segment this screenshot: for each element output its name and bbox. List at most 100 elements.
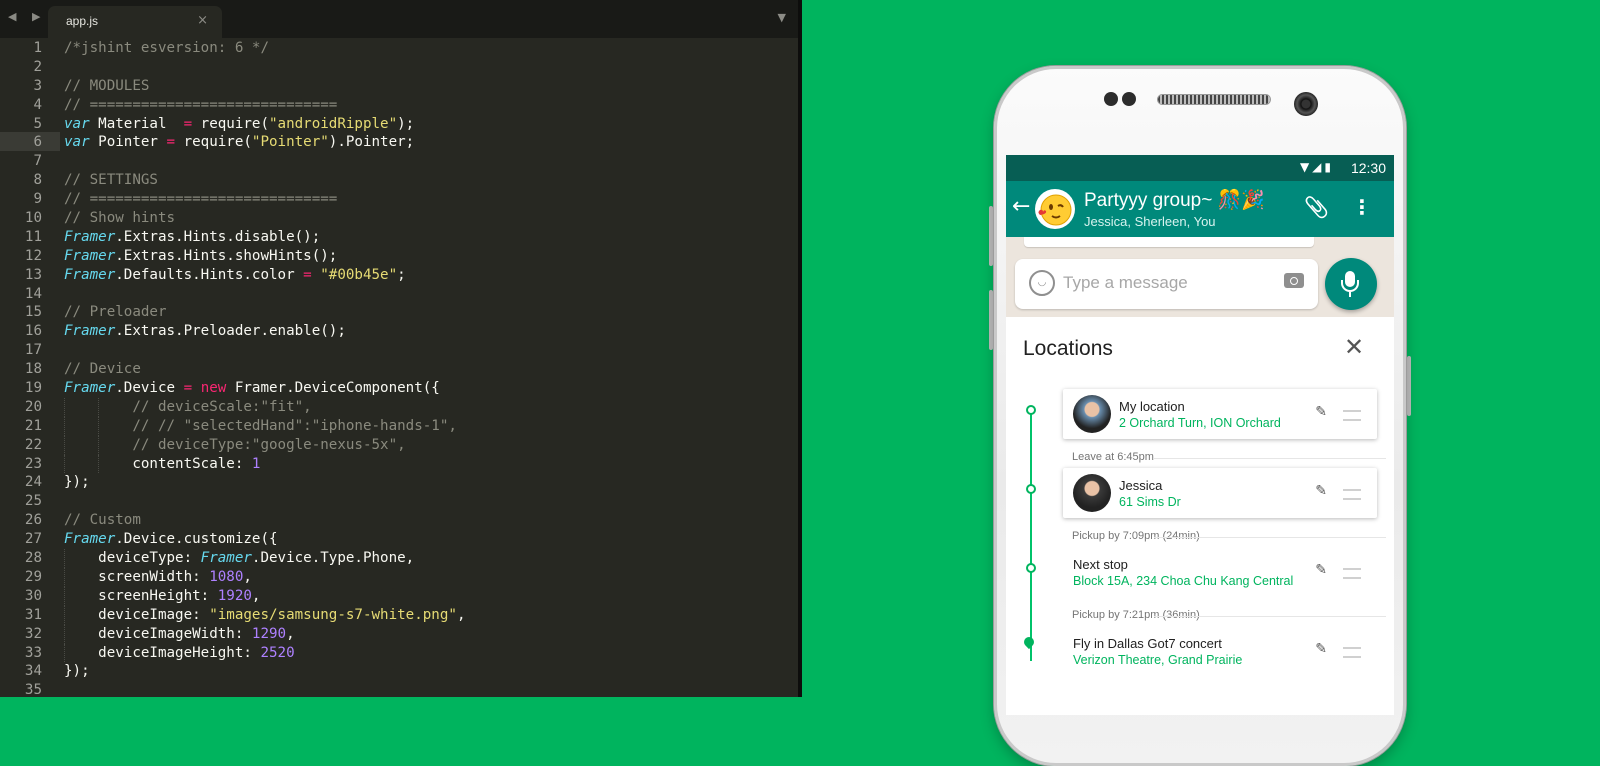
code-token: // SETTINGS bbox=[64, 172, 158, 189]
code-line[interactable]: 4 // ============================= bbox=[0, 96, 465, 115]
indent-guide bbox=[64, 454, 65, 474]
line-content: deviceType: Framer.Device.Type.Phone, bbox=[42, 549, 414, 568]
code-line[interactable]: 26 // Custom bbox=[0, 511, 465, 530]
message-input[interactable] bbox=[1063, 269, 1263, 297]
line-number: 32 bbox=[24, 625, 42, 642]
code-line[interactable]: 11 Framer.Extras.Hints.disable(); bbox=[0, 228, 465, 247]
line-number: 2 bbox=[33, 58, 42, 75]
code-line[interactable]: 14 bbox=[0, 285, 465, 304]
code-line[interactable]: 2 bbox=[0, 58, 465, 77]
code-line[interactable]: 12 Framer.Extras.Hints.showHints(); bbox=[0, 247, 465, 266]
code-line[interactable]: 18 // Device bbox=[0, 360, 465, 379]
code-line[interactable]: 16 Framer.Extras.Preloader.enable(); bbox=[0, 322, 465, 341]
code-line[interactable]: 24}); bbox=[0, 473, 465, 492]
line-content: screenHeight: 1920, bbox=[42, 586, 260, 606]
code-line[interactable]: 10 // Show hints bbox=[0, 209, 465, 228]
edit-pencil-icon[interactable]: ✎ bbox=[1315, 404, 1327, 420]
code-line[interactable]: 23 contentScale: 1 bbox=[0, 454, 465, 474]
line-number: 3 bbox=[33, 77, 42, 94]
code-line[interactable]: 13 Framer.Defaults.Hints.color = "#00b45e… bbox=[0, 266, 465, 285]
timeline-stop-dot bbox=[1026, 563, 1036, 573]
line-number: 8 bbox=[33, 172, 42, 189]
code-line[interactable]: 21 // // "selectedHand":"iphone-hands-1"… bbox=[0, 416, 465, 436]
code-line[interactable]: 31 deviceImage: "images/samsung-s7-white… bbox=[0, 605, 465, 625]
edit-pencil-icon[interactable]: ✎ bbox=[1315, 641, 1327, 657]
code-area[interactable]: 1/*jshint esversion: 6 */2 3// MODULES 4//… bbox=[0, 39, 466, 697]
code-line[interactable]: 15 // Preloader bbox=[0, 303, 465, 322]
line-content: // MODULES bbox=[42, 77, 149, 96]
overflow-menu-icon[interactable]: ⋮ bbox=[1352, 195, 1372, 219]
emoji-icon[interactable]: ◡ bbox=[1029, 270, 1055, 296]
drag-handle-icon[interactable] bbox=[1343, 647, 1361, 658]
attach-icon[interactable]: 📎 bbox=[1304, 195, 1329, 219]
group-members: Jessica, Sherleen, You bbox=[1084, 214, 1216, 229]
back-arrow-icon[interactable]: ← bbox=[1012, 194, 1030, 219]
code-token: = bbox=[166, 134, 176, 151]
code-line[interactable]: 28 deviceType: Framer.Device.Type.Phone, bbox=[0, 549, 465, 568]
edit-pencil-icon[interactable]: ✎ bbox=[1315, 562, 1327, 578]
code-line[interactable]: 25 bbox=[0, 492, 465, 511]
location-card[interactable]: Next stop Block 15A, 234 Choa Chu Kang Ce… bbox=[1063, 547, 1377, 597]
tab-nav-arrows[interactable]: ◀ ▶ bbox=[8, 10, 46, 23]
line-number: 21 bbox=[24, 417, 42, 434]
line-content: // SETTINGS bbox=[42, 171, 158, 190]
code-line[interactable]: 1 /*jshint esversion: 6 */ bbox=[0, 39, 465, 58]
line-content: /*jshint esversion: 6 */ bbox=[42, 39, 269, 58]
line-content: Framer.Extras.Hints.disable(); bbox=[42, 228, 320, 247]
code-token: , bbox=[286, 625, 295, 642]
timeline-stop-dot bbox=[1026, 405, 1036, 415]
code-line[interactable]: 5 var Material = require("androidRipple")… bbox=[0, 115, 465, 134]
code-token: ); bbox=[397, 115, 415, 132]
line-number: 16 bbox=[24, 323, 42, 340]
code-token: "#00b45e" bbox=[320, 266, 398, 283]
code-line[interactable]: 27 Framer.Device.customize({ bbox=[0, 530, 465, 549]
line-content: // deviceScale:"fit", bbox=[42, 397, 312, 417]
code-line[interactable]: 19 Framer.Device = new Framer.DeviceCompo… bbox=[0, 379, 465, 398]
code-token: "androidRipple" bbox=[269, 115, 398, 132]
close-icon[interactable]: × bbox=[197, 13, 208, 28]
code-token: ).Pointer; bbox=[328, 134, 415, 151]
pane-divider[interactable] bbox=[798, 0, 802, 697]
tab-app-js[interactable]: app.js × bbox=[48, 6, 222, 38]
line-content bbox=[42, 152, 64, 171]
code-editor: ◀ ▶ app.js × ▼ 1 /*jshint esversion: 6 */… bbox=[0, 0, 798, 697]
line-number: 17 bbox=[24, 342, 42, 359]
code-token: = bbox=[183, 380, 193, 397]
drag-handle-icon[interactable] bbox=[1343, 489, 1361, 500]
code-line[interactable]: 29 screenWidth: 1080, bbox=[0, 567, 465, 587]
code-token: .Extras.Preloader.enable(); bbox=[115, 323, 346, 340]
code-line[interactable]: 3 // MODULES bbox=[0, 77, 465, 96]
code-line[interactable]: 22 // deviceType:"google-nexus-5x", bbox=[0, 435, 465, 455]
camera-icon[interactable] bbox=[1284, 273, 1304, 288]
edit-pencil-icon[interactable]: ✎ bbox=[1315, 483, 1327, 499]
code-line[interactable]: 6 var Pointer = require("Pointer").Pointe… bbox=[0, 133, 465, 152]
line-content bbox=[42, 285, 64, 304]
code-line[interactable]: 9 // ============================= bbox=[0, 190, 465, 209]
leg-time-label: Pickup by 7:21pm (36min) bbox=[1072, 609, 1200, 621]
line-content: }); bbox=[42, 473, 90, 492]
code-line[interactable]: 7 bbox=[0, 152, 465, 171]
drag-handle-icon[interactable] bbox=[1343, 568, 1361, 579]
location-card[interactable]: Fly in Dallas Got7 concert Verizon Theatr… bbox=[1063, 626, 1377, 676]
code-line[interactable]: 35 bbox=[0, 681, 465, 697]
group-avatar[interactable] bbox=[1035, 189, 1075, 229]
phone-screen: ▼◢▮ 12:30 ← Partyyy group~ 🎊🎉 Jessica, S… bbox=[1006, 155, 1394, 715]
close-icon[interactable]: ✕ bbox=[1344, 333, 1364, 361]
mic-button[interactable] bbox=[1325, 258, 1377, 310]
status-bar: ▼◢▮ 12:30 bbox=[1006, 155, 1394, 181]
code-line[interactable]: 34}); bbox=[0, 662, 465, 681]
location-card[interactable]: My location 2 Orchard Turn, ION Orchard ✎ bbox=[1063, 389, 1377, 439]
tab-menu-icon[interactable]: ▼ bbox=[778, 11, 786, 24]
code-line[interactable]: 30 screenHeight: 1920, bbox=[0, 586, 465, 606]
code-line[interactable]: 8 // SETTINGS bbox=[0, 171, 465, 190]
code-token: , bbox=[243, 568, 252, 585]
code-line[interactable]: 17 bbox=[0, 341, 465, 360]
drag-handle-icon[interactable] bbox=[1343, 410, 1361, 421]
line-number: 31 bbox=[24, 606, 42, 623]
code-line[interactable]: 32 deviceImageWidth: 1290, bbox=[0, 624, 465, 644]
location-card[interactable]: Jessica 61 Sims Dr ✎ bbox=[1063, 468, 1377, 518]
code-line[interactable]: 20 // deviceScale:"fit", bbox=[0, 397, 465, 417]
code-token: 2520 bbox=[260, 644, 295, 661]
location-name: My location bbox=[1119, 399, 1185, 414]
code-line[interactable]: 33 deviceImageHeight: 2520 bbox=[0, 643, 465, 663]
